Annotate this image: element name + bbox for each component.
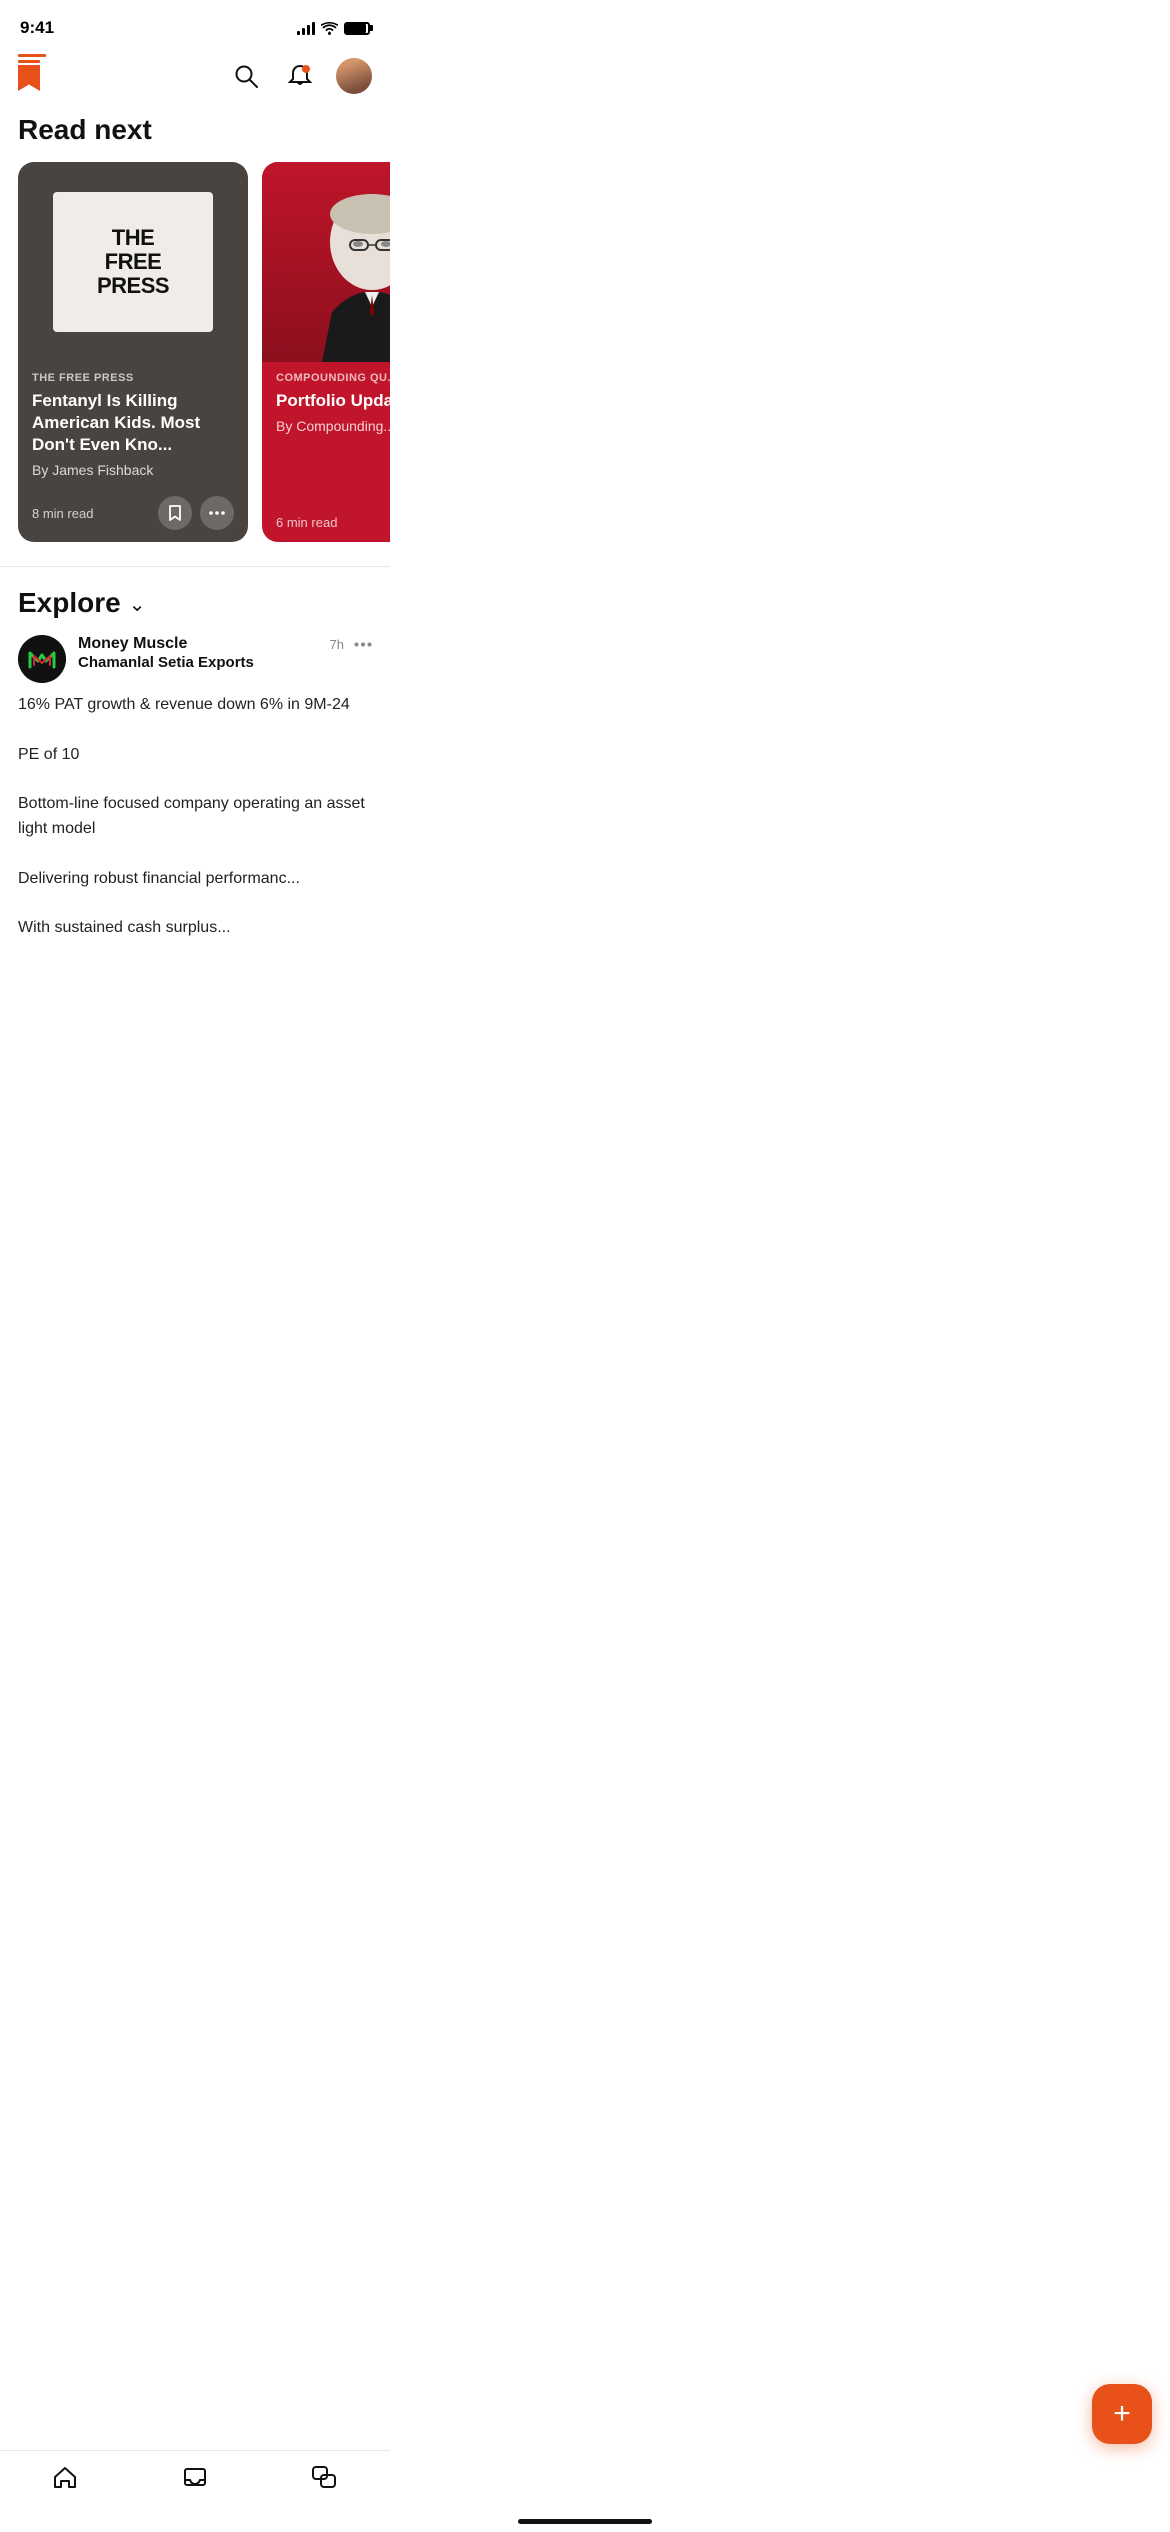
signal-icon — [297, 21, 315, 35]
chevron-down-icon: ⌄ — [129, 592, 146, 617]
article-sub-title: Chamanlal Setia Exports — [78, 654, 372, 671]
chat-icon — [311, 2463, 339, 2491]
app-logo[interactable] — [18, 54, 62, 98]
more-options-button[interactable] — [354, 642, 372, 647]
wifi-icon — [321, 22, 338, 35]
inbox-icon — [181, 2463, 209, 2491]
publication-avatar — [18, 635, 66, 683]
status-time: 9:41 — [20, 18, 54, 38]
card-content-compounding: COMPOUNDING QU... Portfolio Updat... By … — [262, 362, 390, 486]
card-image-compounding — [262, 162, 390, 362]
plus-icon: + — [1113, 2399, 1131, 2429]
free-press-logo-text: THE FREE PRESS — [97, 226, 169, 299]
read-time-compounding: 6 min read — [276, 515, 337, 530]
card-headline-compounding: Portfolio Updat... — [276, 390, 390, 412]
notifications-button[interactable] — [282, 58, 318, 94]
profile-avatar[interactable] — [336, 58, 372, 94]
nav-actions — [228, 58, 372, 94]
cards-scroll: THE FREE PRESS THE FREE PRESS Fentanyl I… — [0, 162, 390, 542]
card-headline: Fentanyl Is Killing American Kids. Most … — [32, 390, 234, 456]
free-press-logo: THE FREE PRESS — [53, 192, 213, 332]
tab-bar — [0, 2450, 390, 2532]
article-card-free-press[interactable]: THE FREE PRESS THE FREE PRESS Fentanyl I… — [18, 162, 248, 542]
article-meta-row: Money Muscle 7h Chamanlal Setia Exports — [18, 635, 372, 683]
battery-icon — [344, 22, 370, 35]
status-icons — [297, 21, 370, 35]
more-options-button[interactable] — [200, 496, 234, 530]
card-author-compounding: By Compounding... — [276, 418, 390, 434]
article-meta-info: Money Muscle 7h Chamanlal Setia Exports — [78, 635, 372, 671]
card-image-free-press: THE FREE PRESS — [18, 162, 248, 362]
read-time: 8 min read — [32, 506, 93, 521]
card-footer-compounding: 6 min read — [276, 515, 390, 530]
explore-header[interactable]: Explore ⌄ — [0, 567, 390, 635]
search-button[interactable] — [228, 58, 264, 94]
read-next-title: Read next — [0, 110, 390, 162]
article-list-item[interactable]: Money Muscle 7h Chamanlal Setia Exports … — [0, 635, 390, 961]
tab-chat[interactable] — [291, 2463, 359, 2491]
meta-right: 7h — [330, 637, 372, 652]
home-icon — [51, 2463, 79, 2491]
article-card-compounding[interactable]: COMPOUNDING QU... Portfolio Updat... By … — [262, 162, 390, 542]
pub-name-row: Money Muscle 7h — [78, 635, 372, 653]
home-indicator — [518, 2519, 652, 2524]
card-author: By James Fishback — [32, 462, 234, 478]
explore-title: Explore — [18, 587, 121, 619]
time-ago: 7h — [330, 637, 344, 652]
tab-home[interactable] — [31, 2463, 99, 2491]
pub-name: Money Muscle — [78, 635, 187, 653]
article-body-text: 16% PAT growth & revenue down 6% in 9M-2… — [18, 693, 372, 941]
card-publication-compounding: COMPOUNDING QU... — [276, 372, 390, 384]
card-actions — [158, 496, 234, 530]
tab-inbox[interactable] — [161, 2463, 229, 2491]
card-publication: THE FREE PRESS — [32, 372, 234, 384]
create-fab-button[interactable]: + — [1092, 2384, 1152, 2444]
card-footer-free-press: 8 min read — [32, 496, 234, 530]
status-bar: 9:41 — [0, 0, 390, 50]
top-nav — [0, 50, 390, 110]
bookmark-button[interactable] — [158, 496, 192, 530]
